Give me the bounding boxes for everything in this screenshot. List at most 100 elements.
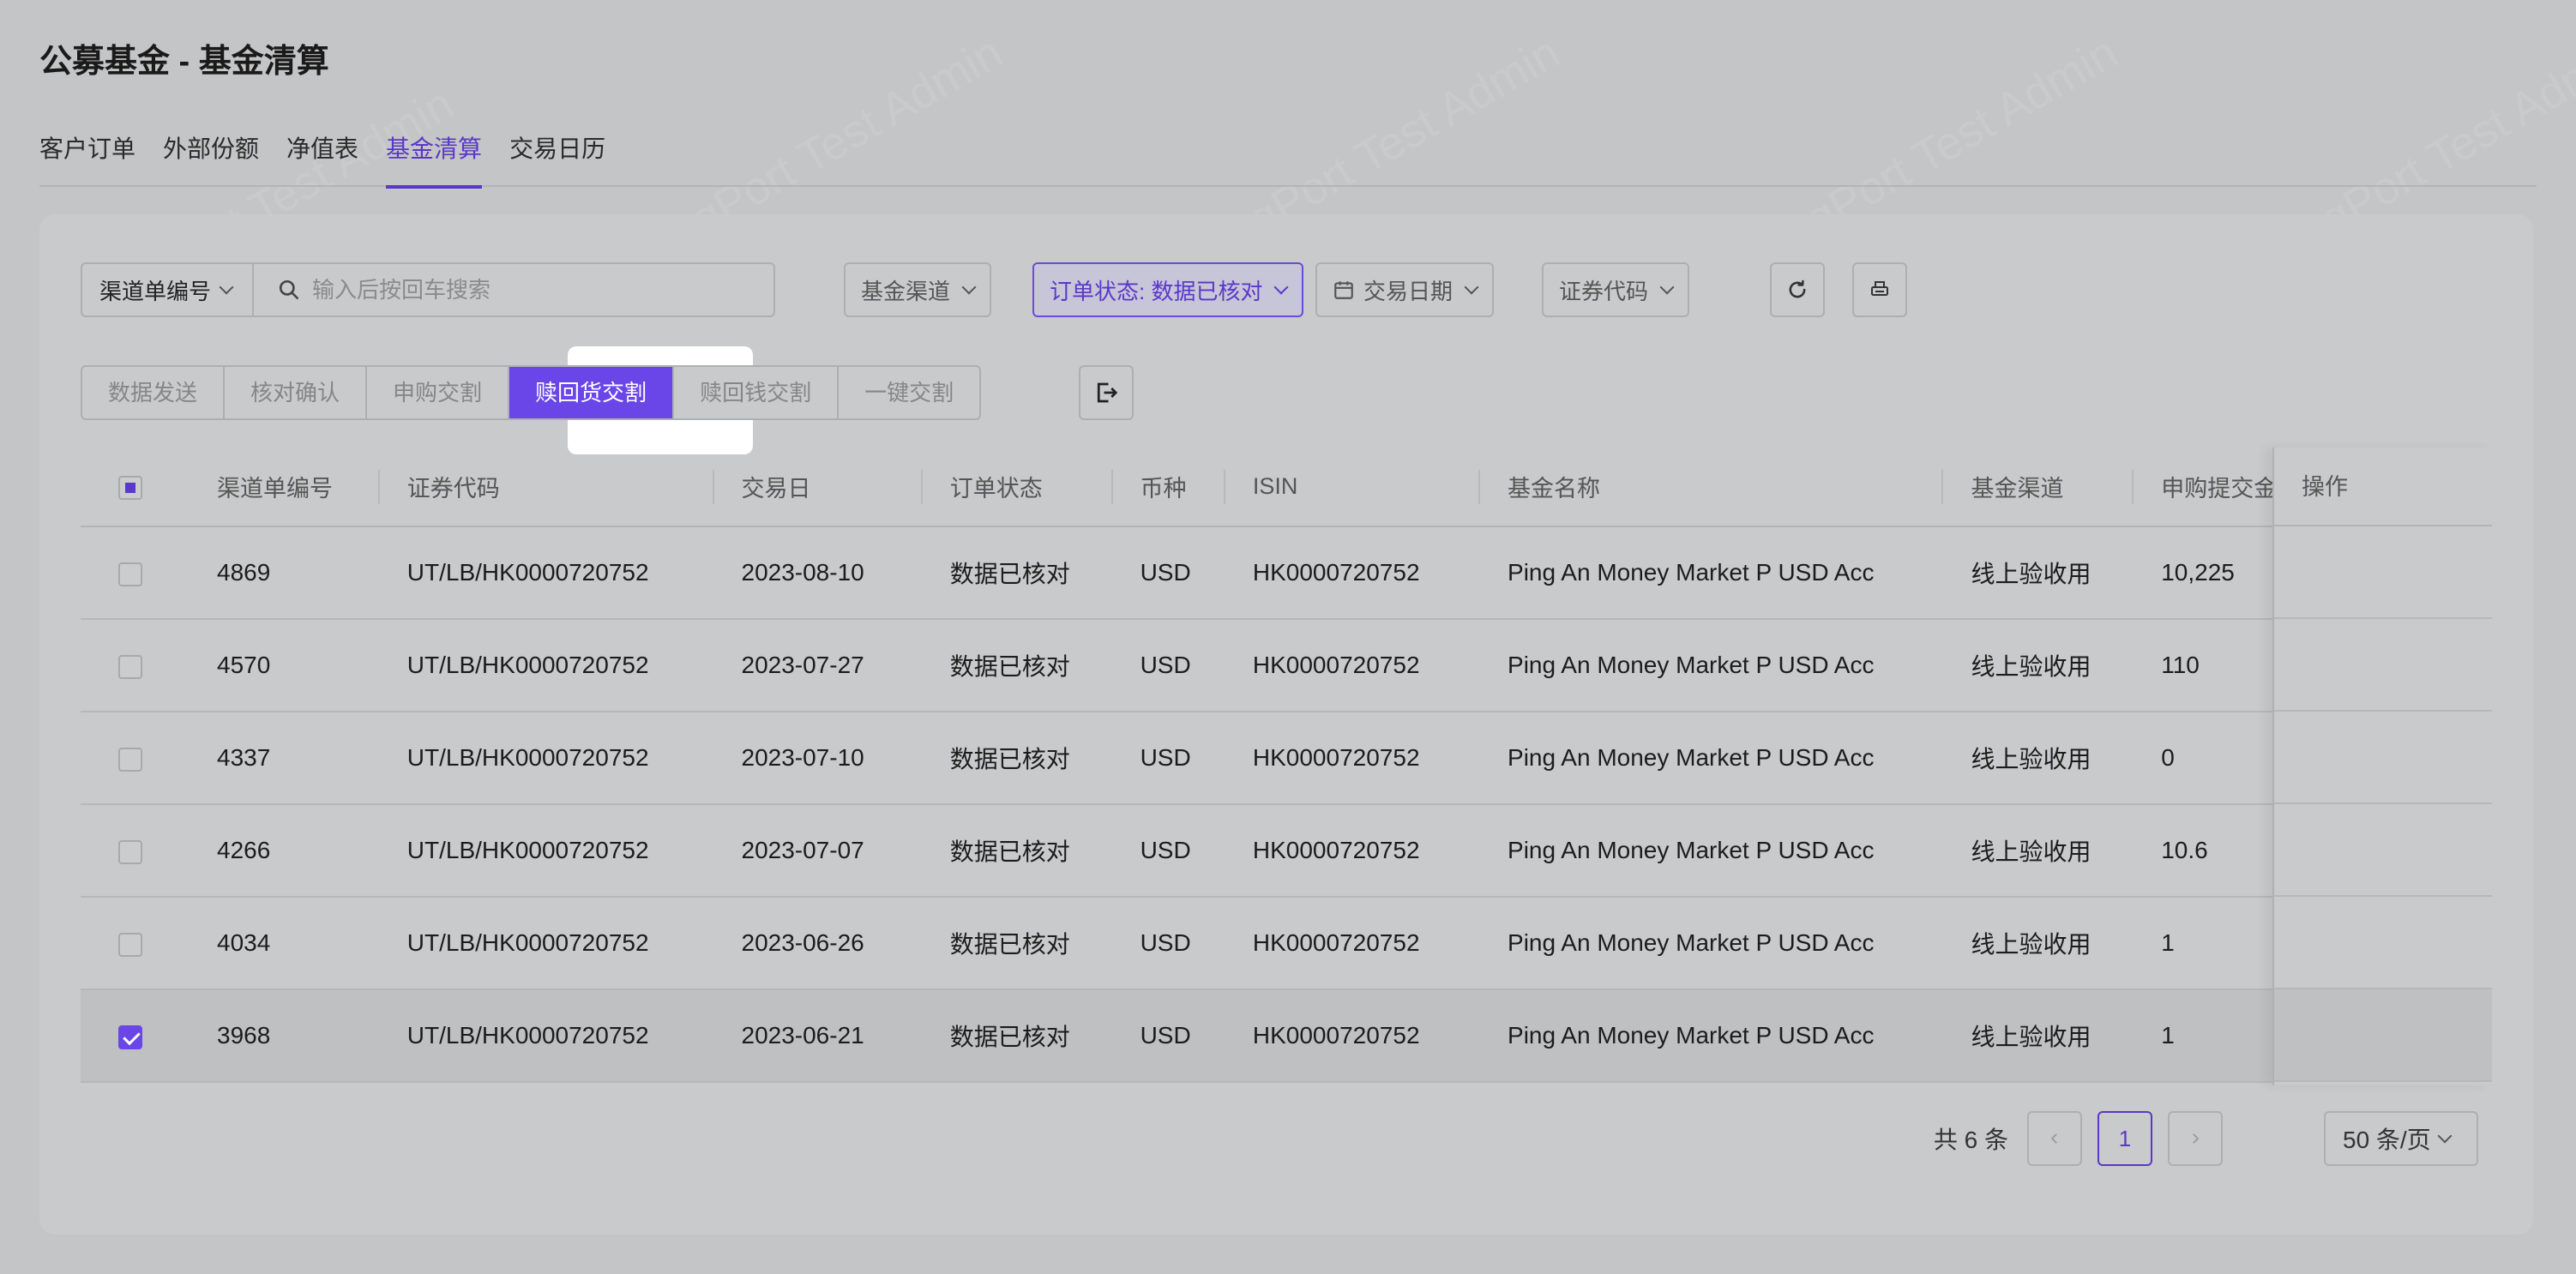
table-cell: 4570: [190, 619, 380, 712]
table-cell: 4266: [190, 804, 380, 898]
table-cell: 数据已核对: [922, 989, 1113, 1083]
tab-nav-table[interactable]: 净值表: [286, 129, 358, 187]
table-row[interactable]: 3968 UT/LB/HK0000720752 2023-06-21 数据已核对…: [81, 989, 2492, 1083]
table-cell: HK0000720752: [1225, 712, 1481, 805]
clearing-button-group: 数据发送 核对确认 申购交割 赎回货交割 赎回钱交割 一键交割: [81, 365, 982, 420]
table-row[interactable]: 4337 UT/LB/HK0000720752 2023-07-10 数据已核对…: [81, 712, 2492, 805]
table-cell: Ping An Money Market P USD Acc: [1480, 619, 1944, 712]
table-cell: 线上验收用: [1943, 989, 2134, 1083]
table-cell: 数据已核对: [922, 526, 1113, 620]
subscription-settlement-button[interactable]: 申购交割: [367, 367, 510, 418]
trade-date-picker[interactable]: 交易日期: [1315, 262, 1495, 317]
page-title: 公募基金 - 基金清算: [39, 44, 329, 80]
one-click-settlement-button[interactable]: 一键交割: [839, 367, 979, 418]
table-cell: 2023-08-10: [713, 526, 923, 620]
row-select-cell: [81, 989, 190, 1083]
tab-trading-calendar[interactable]: 交易日历: [509, 129, 605, 187]
chevron-down-icon: [2437, 1128, 2453, 1144]
operations-cell: [2274, 804, 2492, 897]
row-checkbox[interactable]: [118, 747, 142, 772]
row-select-cell: [81, 619, 190, 712]
prev-page-button[interactable]: [2027, 1111, 2082, 1166]
table-cell: 2023-07-07: [713, 804, 923, 898]
printer-icon: [1871, 281, 1888, 296]
tab-external-shares[interactable]: 外部份额: [163, 129, 259, 187]
operations-header: 操作: [2274, 448, 2492, 526]
table-cell: Ping An Money Market P USD Acc: [1480, 897, 1944, 990]
tab-fund-clearing[interactable]: 基金清算: [386, 129, 483, 189]
table-cell: 数据已核对: [922, 619, 1113, 712]
chevron-down-icon: [1659, 279, 1675, 295]
operations-cell: [2274, 897, 2492, 989]
verify-confirm-button[interactable]: 核对确认: [225, 367, 368, 418]
row-select-cell: [81, 897, 190, 990]
table-cell: USD: [1112, 526, 1225, 620]
chevron-down-icon: [219, 279, 234, 295]
table-cell: Ping An Money Market P USD Acc: [1480, 712, 1944, 805]
table-cell: 4337: [190, 712, 380, 805]
table-cell: USD: [1112, 712, 1225, 805]
row-checkbox[interactable]: [118, 839, 142, 864]
search-input[interactable]: [312, 276, 758, 303]
table-cell: Ping An Money Market P USD Acc: [1480, 804, 1944, 898]
row-checkbox[interactable]: [118, 932, 142, 957]
page-number-button[interactable]: 1: [2098, 1111, 2152, 1166]
redemption-cash-settlement-button[interactable]: 赎回钱交割: [674, 367, 840, 418]
tab-customer-orders[interactable]: 客户订单: [39, 129, 135, 187]
table-cell: 2023-07-10: [713, 712, 923, 805]
column-header: 交易日: [713, 448, 923, 527]
security-code-select[interactable]: 证券代码: [1542, 262, 1690, 317]
page-size-label: 50 条/页: [2343, 1127, 2431, 1153]
operations-cell: [2274, 526, 2492, 619]
table-cell: USD: [1112, 989, 1225, 1083]
column-header: 基金名称: [1480, 448, 1944, 527]
data-send-button[interactable]: 数据发送: [82, 367, 226, 418]
total-count: 共 6 条: [1933, 1127, 2008, 1153]
calendar-icon: [1334, 281, 1353, 299]
table-row[interactable]: 4570 UT/LB/HK0000720752 2023-07-27 数据已核对…: [81, 619, 2492, 712]
search-box: [262, 276, 773, 303]
row-checkbox[interactable]: [118, 654, 142, 679]
search-field-select[interactable]: 渠道单编号: [82, 264, 254, 315]
fund-channel-label: 基金渠道: [861, 278, 951, 304]
fund-channel-select[interactable]: 基金渠道: [844, 262, 992, 317]
table-cell: 2023-06-26: [713, 897, 923, 990]
select-all-checkbox[interactable]: [118, 475, 142, 500]
print-button[interactable]: [1852, 262, 1907, 317]
table-cell: 4034: [190, 897, 380, 990]
table-cell: 线上验收用: [1943, 712, 2134, 805]
page-size-select[interactable]: 50 条/页: [2324, 1111, 2478, 1166]
row-select-cell: [81, 804, 190, 898]
chevron-right-icon: [2193, 1133, 2200, 1144]
table-cell: HK0000720752: [1225, 619, 1481, 712]
table-cell: 3968: [190, 989, 380, 1083]
table-cell: 4869: [190, 526, 380, 620]
table-row[interactable]: 4266 UT/LB/HK0000720752 2023-07-07 数据已核对…: [81, 804, 2492, 898]
table-cell: Ping An Money Market P USD Acc: [1480, 989, 1944, 1083]
export-button[interactable]: [1079, 365, 1134, 420]
table-cell: UT/LB/HK0000720752: [379, 712, 714, 805]
order-status-label: 订单状态: 数据已核对: [1050, 278, 1263, 304]
table-cell: 数据已核对: [922, 897, 1113, 990]
redemption-goods-settlement-button[interactable]: 赎回货交割: [509, 367, 675, 418]
next-page-button[interactable]: [2168, 1111, 2223, 1166]
refresh-button[interactable]: [1770, 262, 1825, 317]
data-table: 渠道单编号 证券代码 交易日 订单状态 币种 ISIN 基金名称 基金渠道 申购…: [81, 448, 2492, 1085]
operations-cell: [2274, 712, 2492, 804]
chevron-down-icon: [1273, 279, 1289, 295]
export-icon: [1097, 382, 1118, 403]
table-cell: Ping An Money Market P USD Acc: [1480, 526, 1944, 620]
order-status-select[interactable]: 订单状态: 数据已核对: [1032, 262, 1304, 317]
table-cell: HK0000720752: [1225, 804, 1481, 898]
table-row[interactable]: 4034 UT/LB/HK0000720752 2023-06-26 数据已核对…: [81, 897, 2492, 990]
row-checkbox[interactable]: [118, 1025, 142, 1049]
table-row[interactable]: 4869 UT/LB/HK0000720752 2023-08-10 数据已核对…: [81, 526, 2492, 620]
row-checkbox[interactable]: [118, 562, 142, 586]
table-cell: UT/LB/HK0000720752: [379, 619, 714, 712]
operations-column: 操作: [2272, 448, 2492, 1085]
search-icon: [279, 279, 299, 300]
trade-date-label: 交易日期: [1363, 278, 1454, 304]
table-cell: 线上验收用: [1943, 804, 2134, 898]
column-header: 渠道单编号: [190, 448, 380, 527]
table-cell: USD: [1112, 804, 1225, 898]
